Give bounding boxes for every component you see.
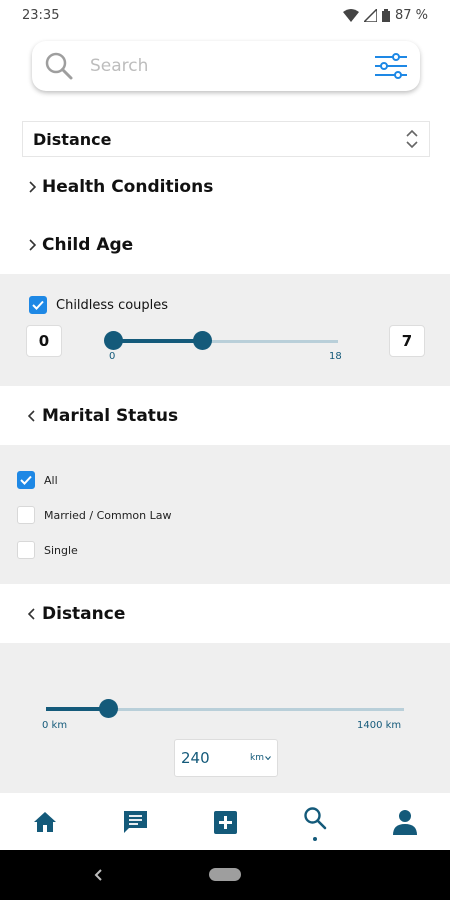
section-title: Distance — [42, 604, 126, 624]
person-icon — [393, 810, 417, 835]
unfold-icon — [406, 129, 418, 149]
search-icon — [304, 807, 327, 830]
home-pill[interactable] — [209, 868, 241, 881]
nav-profile[interactable] — [375, 794, 435, 850]
child-age-min-input[interactable]: 0 — [26, 325, 62, 357]
chevron-left-icon — [24, 608, 40, 620]
status-bar: 23:35 87 % — [0, 0, 450, 30]
child-age-max-input[interactable]: 7 — [389, 325, 425, 357]
marital-option-all[interactable]: All — [17, 471, 58, 489]
search-input[interactable]: Search — [90, 56, 374, 76]
distance-thumb[interactable] — [99, 699, 118, 718]
bottom-nav — [0, 794, 450, 850]
signal-icon — [363, 8, 377, 22]
section-distance[interactable]: Distance — [0, 585, 450, 643]
nav-search[interactable] — [285, 794, 345, 850]
chevron-right-icon — [24, 239, 40, 251]
battery-percent: 87 % — [394, 7, 428, 23]
marital-all-checkbox[interactable] — [17, 471, 35, 489]
marital-status-panel: All Married / Common Law Single — [0, 445, 450, 584]
chevron-right-icon — [24, 181, 40, 193]
distance-max-label: 1400 km — [357, 720, 402, 731]
childless-checkbox[interactable] — [29, 296, 47, 314]
marital-option-label: All — [44, 473, 58, 487]
active-indicator-dot — [313, 837, 317, 841]
child-age-range-min-label: 0 — [109, 351, 116, 362]
section-marital-status[interactable]: Marital Status — [0, 387, 450, 445]
search-icon — [45, 52, 73, 80]
check-icon — [32, 300, 44, 310]
nav-messages[interactable] — [105, 794, 165, 850]
distance-value[interactable]: 240 — [181, 749, 250, 767]
childless-label: Childless couples — [56, 297, 169, 313]
marital-option-label: Married / Common Law — [44, 508, 172, 522]
marital-single-checkbox[interactable] — [17, 541, 35, 559]
nav-add[interactable] — [195, 794, 255, 850]
wifi-icon — [342, 8, 359, 22]
child-age-range-max-label: 18 — [329, 351, 342, 362]
chevron-down-icon — [265, 756, 271, 760]
chat-icon — [123, 811, 147, 833]
child-age-panel: Childless couples 0 0 18 7 — [0, 274, 450, 386]
add-box-icon — [213, 810, 237, 834]
child-age-thumb-low[interactable] — [104, 331, 123, 350]
nav-home[interactable] — [15, 794, 75, 850]
sort-dropdown[interactable]: Distance — [22, 121, 430, 157]
section-title: Marital Status — [42, 406, 179, 426]
marital-option-married[interactable]: Married / Common Law — [17, 506, 172, 524]
marital-option-label: Single — [44, 543, 78, 557]
chevron-left-icon — [24, 410, 40, 422]
search-bar[interactable]: Search — [32, 41, 420, 91]
section-health-conditions[interactable]: Health Conditions — [0, 158, 450, 216]
distance-panel: 0 km 1400 km 240 km — [0, 643, 450, 793]
filter-sliders-icon[interactable] — [374, 51, 408, 81]
section-title: Child Age — [42, 235, 134, 255]
system-nav-bar — [0, 850, 450, 900]
section-child-age[interactable]: Child Age — [0, 216, 450, 274]
child-age-thumb-high[interactable] — [193, 331, 212, 350]
distance-unit-select[interactable]: km — [250, 753, 264, 763]
home-icon — [34, 812, 56, 832]
distance-value-field[interactable]: 240 km — [174, 739, 278, 777]
status-icons: 87 % — [342, 7, 428, 23]
check-icon — [20, 475, 32, 485]
status-time: 23:35 — [22, 7, 60, 23]
marital-married-checkbox[interactable] — [17, 506, 35, 524]
battery-icon — [381, 8, 390, 22]
child-age-track-active — [113, 339, 202, 343]
childless-couples-row[interactable]: Childless couples — [29, 296, 168, 314]
sort-selected-value: Distance — [33, 129, 112, 149]
section-title: Health Conditions — [42, 177, 214, 197]
marital-option-single[interactable]: Single — [17, 541, 78, 559]
distance-min-label: 0 km — [42, 720, 68, 731]
back-icon[interactable] — [94, 868, 104, 882]
